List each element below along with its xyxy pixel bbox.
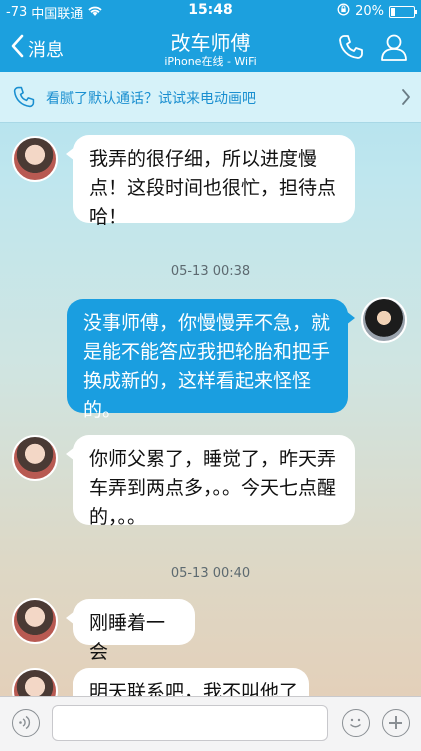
phone-icon[interactable] <box>337 33 365 65</box>
message-bubble-incoming: 刚睡着一会 <box>66 599 195 663</box>
battery-percent: 20% <box>355 4 384 19</box>
timestamp: 05-13 00:38 <box>170 264 251 279</box>
rotation-lock-icon <box>337 3 350 20</box>
banner-phone-icon <box>12 85 36 113</box>
navigation-bar: 消息 改车师傅 iPhone在线 - WiFi <box>0 22 421 72</box>
voice-icon[interactable] <box>12 709 40 737</box>
contact-avatar[interactable] <box>12 136 58 182</box>
timestamp: 05-13 00:40 <box>170 566 251 581</box>
contact-avatar[interactable] <box>12 435 58 481</box>
call-animation-banner[interactable]: 看腻了默认通话？试试来电动画吧 <box>0 72 421 123</box>
profile-icon[interactable] <box>379 32 409 66</box>
message-input[interactable] <box>52 705 328 741</box>
my-avatar[interactable] <box>361 297 407 343</box>
status-bar: -73 中国联通 15:48 20% <box>0 0 421 22</box>
input-bar <box>0 696 421 751</box>
chevron-right-icon <box>401 88 411 110</box>
plus-icon[interactable] <box>382 709 410 737</box>
banner-text: 看腻了默认通话？试试来电动画吧 <box>46 91 256 107</box>
emoji-icon[interactable] <box>342 709 370 737</box>
message-bubble-incoming: 我弄的很仔细，所以进度慢点！这段时间也很忙，担待点哈！ <box>66 135 355 228</box>
battery-fill <box>391 7 395 16</box>
contact-avatar[interactable] <box>12 598 58 644</box>
message-bubble-incoming: 你师父累了，睡觉了，昨天弄车弄到两点多，。。今天七点醒的，。。 <box>66 435 355 528</box>
battery-icon <box>389 5 417 18</box>
message-bubble-outgoing: 没事师傅，你慢慢弄不急，就是能不能答应我把轮胎和把手换成新的，这样看起来怪怪的。 <box>67 299 355 421</box>
